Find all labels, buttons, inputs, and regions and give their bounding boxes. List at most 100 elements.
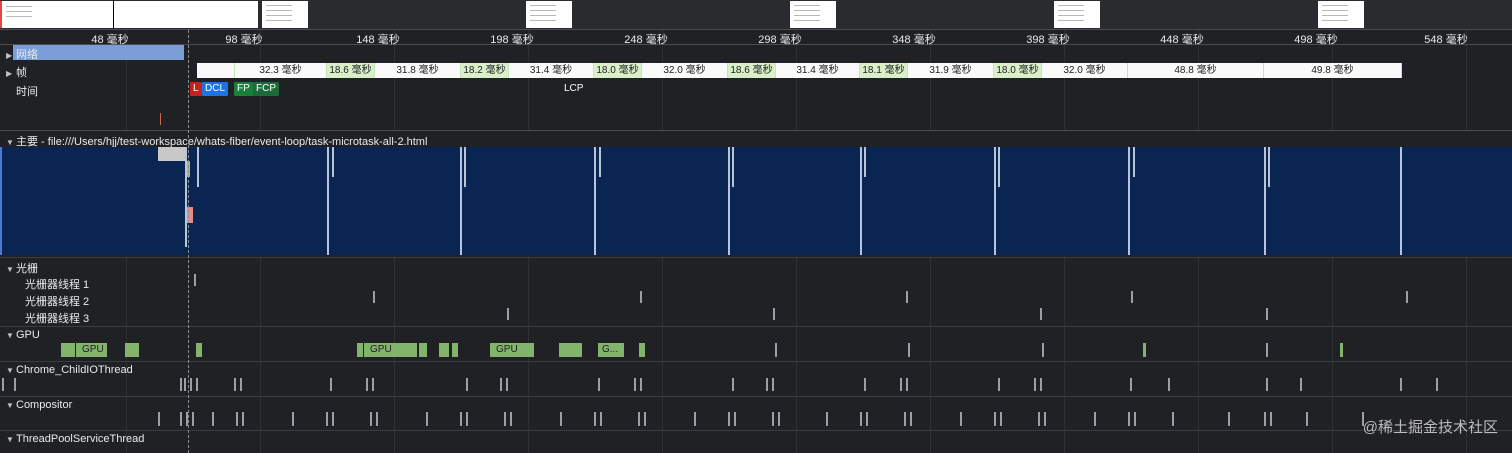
expand-triangle-icon[interactable]: ▶	[6, 51, 16, 60]
collapse-triangle-icon[interactable]: ▼	[6, 331, 16, 340]
collapse-triangle-icon[interactable]: ▼	[6, 366, 16, 375]
gpu-task[interactable]: GPU	[76, 343, 107, 357]
track-label: Chrome_ChildIOThread	[16, 364, 133, 376]
gpu-tick	[1266, 343, 1268, 357]
gpu-task[interactable]	[419, 343, 427, 357]
collapse-triangle-icon[interactable]: ▼	[6, 265, 16, 274]
gpu-task[interactable]	[559, 343, 582, 357]
track-threadpool[interactable]: ▼ ThreadPoolServiceThread	[6, 433, 144, 445]
frame-block[interactable]: 18.6 毫秒	[327, 63, 375, 78]
track-label: 网络	[16, 49, 38, 61]
ruler-tick: 348 毫秒	[892, 34, 936, 46]
marker-lcp[interactable]: LCP	[561, 82, 587, 96]
frame-block[interactable]	[197, 63, 235, 78]
frame-block[interactable]: 32.0 毫秒	[642, 63, 728, 78]
gpu-task[interactable]: G...	[598, 343, 624, 357]
marker-fcp[interactable]: FCP	[253, 82, 279, 96]
ruler-tick: 198 毫秒	[490, 34, 534, 46]
time-cursor-line	[188, 30, 189, 453]
gpu-task[interactable]	[196, 343, 202, 357]
network-highlight	[13, 45, 184, 60]
track-label: ThreadPoolServiceThread	[16, 433, 145, 445]
gpu-task[interactable]	[61, 343, 75, 357]
gpu-task[interactable]	[357, 343, 363, 357]
screenshot-thumbnail[interactable]	[1054, 1, 1100, 28]
frame-block[interactable]: 18.2 毫秒	[461, 63, 509, 78]
raster-task[interactable]	[773, 308, 775, 320]
track-label: Compositor	[16, 399, 73, 411]
frame-block[interactable]: 18.0 毫秒	[594, 63, 642, 78]
frame-block[interactable]: 32.3 毫秒	[235, 63, 327, 78]
ruler-tick: 148 毫秒	[356, 34, 400, 46]
ruler-tick: 448 毫秒	[1160, 34, 1204, 46]
ruler-tick: 98 毫秒	[225, 34, 263, 46]
track-network[interactable]: ▶ 网络	[6, 46, 38, 62]
raster-task[interactable]	[1131, 291, 1133, 303]
raster-task[interactable]	[194, 274, 196, 286]
raster-task[interactable]	[1266, 308, 1268, 320]
frame-block[interactable]: 31.9 毫秒	[908, 63, 994, 78]
track-compositor[interactable]: ▼ Compositor	[6, 399, 72, 411]
raster-thread-1[interactable]: 光栅器线程 1	[25, 276, 89, 292]
frame-block[interactable]: 31.4 毫秒	[776, 63, 860, 78]
frame-block[interactable]: 49.8 毫秒	[1264, 63, 1402, 78]
main-thread-flamechart[interactable]	[0, 147, 1512, 255]
marker-fp[interactable]: FP	[234, 82, 253, 96]
timeline-overview[interactable]	[0, 0, 1512, 30]
track-main[interactable]: ▼ 主要 - file:///Users/hjj/test-workspace/w…	[0, 130, 1512, 148]
gpu-tick	[1042, 343, 1044, 357]
marker-dcl[interactable]: DCL	[202, 82, 229, 96]
gpu-task[interactable]: GPU	[364, 343, 417, 357]
gpu-tick	[908, 343, 910, 357]
frame-block[interactable]: 32.0 毫秒	[1042, 63, 1128, 78]
track-childio[interactable]: ▼ Chrome_ChildIOThread	[6, 364, 133, 376]
collapse-triangle-icon[interactable]: ▼	[6, 435, 16, 444]
raster-thread-3[interactable]: 光栅器线程 3	[25, 310, 89, 326]
raster-task[interactable]	[640, 291, 642, 303]
frame-block[interactable]: 18.6 毫秒	[728, 63, 776, 78]
marker-l[interactable]: L	[190, 82, 202, 96]
track-gpu[interactable]: ▼ GPU	[6, 329, 40, 341]
gpu-task[interactable]	[439, 343, 449, 357]
raster-thread-2[interactable]: 光栅器线程 2	[25, 293, 89, 309]
gpu-task[interactable]	[639, 343, 645, 357]
gpu-task[interactable]	[125, 343, 139, 357]
screenshot-thumbnail[interactable]	[1318, 1, 1364, 28]
timing-tick	[160, 113, 161, 125]
ruler-tick: 398 毫秒	[1026, 34, 1070, 46]
ruler-tick: 548 毫秒	[1424, 34, 1468, 46]
ruler-tick: 298 毫秒	[758, 34, 802, 46]
screenshot-thumbnail[interactable]	[526, 1, 572, 28]
collapse-triangle-icon[interactable]: ▼	[6, 401, 16, 410]
frame-block[interactable]: 31.8 毫秒	[375, 63, 461, 78]
track-timings[interactable]: 时间	[16, 83, 38, 99]
ruler-tick: 248 毫秒	[624, 34, 668, 46]
gpu-task[interactable]	[1143, 343, 1146, 357]
raster-task[interactable]	[507, 308, 509, 320]
screenshot-thumbnail[interactable]	[262, 1, 308, 28]
gpu-task[interactable]	[452, 343, 458, 357]
track-raster[interactable]: ▼ 光栅	[6, 260, 38, 276]
raster-task[interactable]	[1406, 291, 1408, 303]
frame-block[interactable]: 18.1 毫秒	[860, 63, 908, 78]
screenshot-thumbnail[interactable]	[0, 1, 40, 28]
time-ruler[interactable]: 48 毫秒 98 毫秒 148 毫秒 198 毫秒 248 毫秒 298 毫秒 …	[0, 30, 1512, 46]
task-block[interactable]	[158, 147, 186, 161]
ruler-tick: 498 毫秒	[1294, 34, 1338, 46]
frame-block[interactable]: 48.8 毫秒	[1128, 63, 1264, 78]
raster-task[interactable]	[906, 291, 908, 303]
screenshot-thumbnail[interactable]	[40, 1, 258, 28]
track-label: 帧	[16, 67, 27, 79]
screenshot-thumbnail[interactable]	[790, 1, 836, 28]
frame-block[interactable]: 18.0 毫秒	[994, 63, 1042, 78]
raster-task[interactable]	[1040, 308, 1042, 320]
watermark: @稀土掘金技术社区	[1362, 419, 1498, 436]
collapse-triangle-icon[interactable]: ▼	[6, 138, 16, 147]
track-label: GPU	[16, 329, 40, 341]
track-frames[interactable]: ▶ 帧	[6, 64, 27, 80]
expand-triangle-icon[interactable]: ▶	[6, 69, 16, 78]
raster-task[interactable]	[373, 291, 375, 303]
gpu-task[interactable]	[1340, 343, 1343, 357]
frame-block[interactable]: 31.4 毫秒	[509, 63, 594, 78]
gpu-task[interactable]: GPU	[490, 343, 534, 357]
